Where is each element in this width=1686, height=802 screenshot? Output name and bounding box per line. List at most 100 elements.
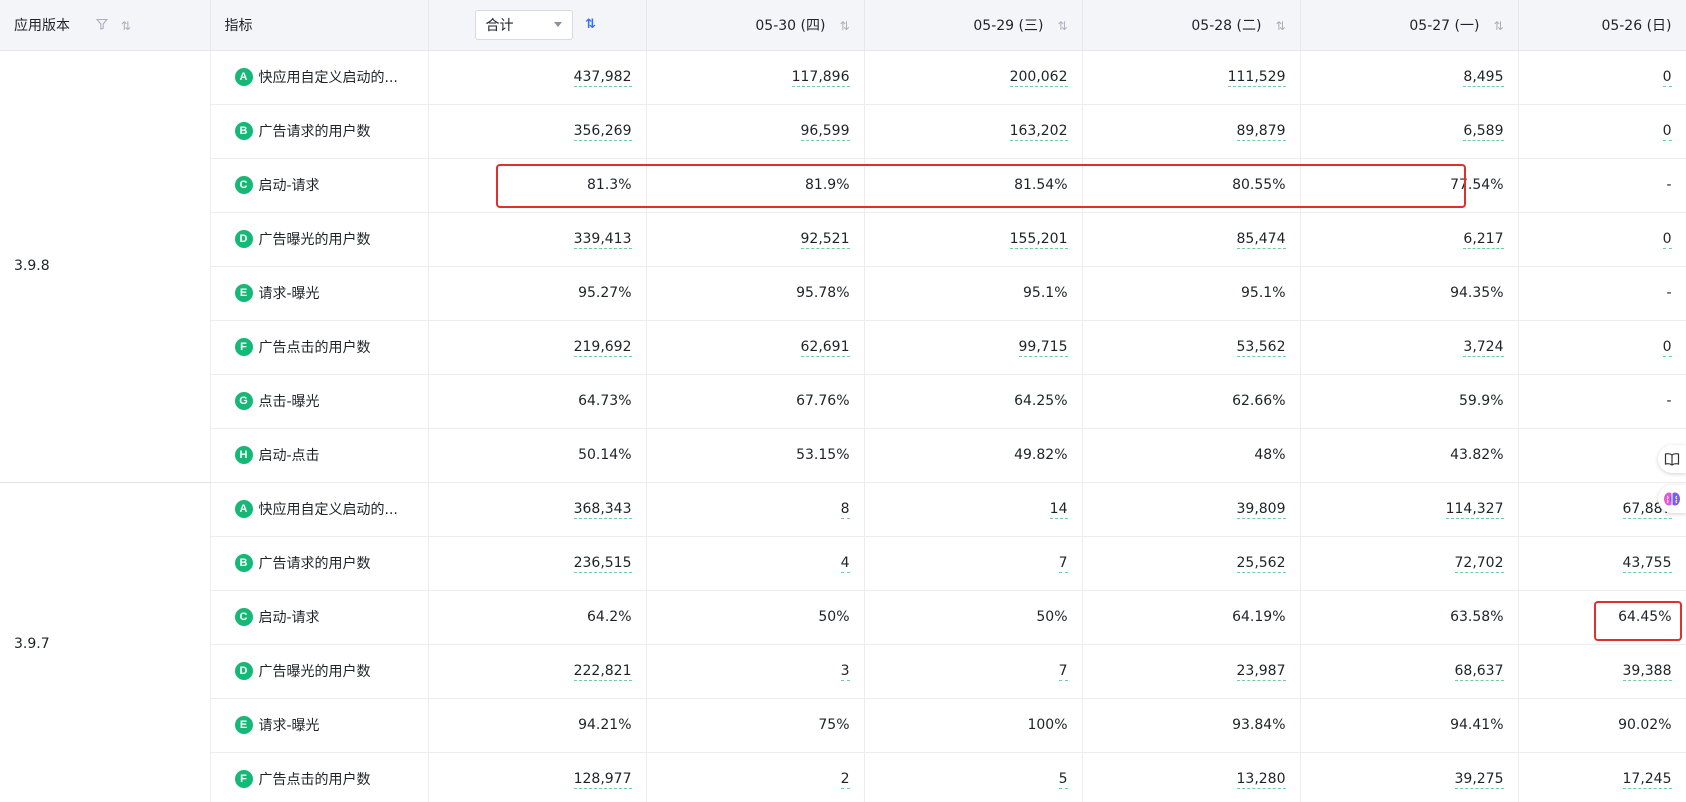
value-link[interactable]: 39,275 <box>1454 771 1504 789</box>
value-cell: 43,755 <box>1518 536 1686 591</box>
value-text: 53.15% <box>796 447 850 463</box>
value-link[interactable]: 39,388 <box>1622 663 1672 681</box>
value-link[interactable]: 72,702 <box>1454 555 1504 573</box>
value-cell: 100% <box>864 698 1083 753</box>
value-cell: 53,562 <box>1082 320 1301 375</box>
value-link[interactable]: 339,413 <box>573 231 632 249</box>
value-cell: 155,201 <box>864 212 1083 267</box>
value-link[interactable]: 92,521 <box>800 231 850 249</box>
value-link[interactable]: 219,692 <box>573 339 632 357</box>
value-cell: 48% <box>1082 428 1301 483</box>
value-link[interactable]: 89,879 <box>1236 123 1286 141</box>
header-date-0[interactable]: 05-30 (四) ⇅ <box>646 0 865 51</box>
value-link[interactable]: 6,217 <box>1463 231 1504 249</box>
header-date-1[interactable]: 05-29 (三) ⇅ <box>864 0 1083 51</box>
value-cell: 96,599 <box>646 104 865 159</box>
table-row: B 广告请求的用户数 356,269 96,599 163,202 89,879 6,589… <box>0 104 1686 159</box>
value-text: 64.2% <box>587 609 632 625</box>
value-link[interactable]: 62,691 <box>800 339 850 357</box>
value-link[interactable]: 3 <box>840 663 850 681</box>
book-icon[interactable] <box>1658 445 1686 473</box>
value-link[interactable]: 222,821 <box>573 663 632 681</box>
value-link[interactable]: 96,599 <box>800 123 850 141</box>
metric-cell: B 广告请求的用户数 <box>210 536 429 591</box>
value-link[interactable]: 85,474 <box>1236 231 1286 249</box>
value-link[interactable]: 5 <box>1058 771 1068 789</box>
metric-badge: D <box>234 230 253 248</box>
table-body: 3.9.8 A 快应用自定义启动的... 437,982 117,896 200,062 1… <box>0 50 1686 802</box>
value-link[interactable]: 114,327 <box>1445 501 1504 519</box>
value-cell: 49.82% <box>864 428 1083 483</box>
sort-icon[interactable]: ⇅ <box>1493 19 1503 33</box>
value-text: 64.25% <box>1014 393 1068 409</box>
sort-icon[interactable]: ⇅ <box>121 19 131 33</box>
value-cell: 63.58% <box>1300 590 1519 645</box>
value-link[interactable]: 39,809 <box>1236 501 1286 519</box>
value-link[interactable]: 6,589 <box>1463 123 1504 141</box>
value-link[interactable]: 163,202 <box>1009 123 1068 141</box>
header-date-2[interactable]: 05-28 (二) ⇅ <box>1082 0 1301 51</box>
value-link[interactable]: 368,343 <box>573 501 632 519</box>
sort-active-icon[interactable]: ⇅ <box>585 17 596 32</box>
value-text: 50% <box>818 609 850 625</box>
brain-icon[interactable] <box>1658 485 1686 513</box>
value-cell: 3,724 <box>1300 320 1519 375</box>
sort-icon[interactable]: ⇅ <box>1275 19 1285 33</box>
value-link[interactable]: 7 <box>1058 555 1068 573</box>
value-link[interactable]: 7 <box>1058 663 1068 681</box>
value-link[interactable]: 4 <box>840 555 850 573</box>
total-select[interactable]: 合计 <box>474 9 573 40</box>
metric-cell: E 请求-曝光 <box>210 698 429 753</box>
value-link[interactable]: 356,269 <box>573 123 632 141</box>
header-date-4[interactable]: 05-26 (日) <box>1518 0 1686 51</box>
value-link[interactable]: 437,982 <box>573 69 632 87</box>
value-link[interactable]: 0 <box>1662 231 1672 249</box>
value-link[interactable]: 0 <box>1662 339 1672 357</box>
header-date-label: 05-28 (二) <box>1191 17 1262 34</box>
metric-label: 启动-请求 <box>258 610 320 626</box>
value-link[interactable]: 117,896 <box>791 69 850 87</box>
value-cell: 4 <box>646 536 865 591</box>
value-link[interactable]: 2 <box>840 771 850 789</box>
value-link[interactable]: 53,562 <box>1236 339 1286 357</box>
value-link[interactable]: 23,987 <box>1236 663 1286 681</box>
total-cell: 95.27% <box>428 266 647 321</box>
value-cell: 62,691 <box>646 320 865 375</box>
value-link[interactable]: 25,562 <box>1236 555 1286 573</box>
value-link[interactable]: 8,495 <box>1463 69 1504 87</box>
value-link[interactable]: 99,715 <box>1018 339 1068 357</box>
value-link[interactable]: 0 <box>1662 123 1672 141</box>
value-link[interactable]: 68,637 <box>1454 663 1504 681</box>
value-link[interactable]: 3,724 <box>1463 339 1504 357</box>
metric-cell: A 快应用自定义启动的... <box>210 482 429 537</box>
total-cell: 50.14% <box>428 428 647 483</box>
value-link[interactable]: 200,062 <box>1009 69 1068 87</box>
value-link[interactable]: 128,977 <box>573 771 632 789</box>
value-cell: 75% <box>646 698 865 753</box>
metric-label: 广告点击的用户数 <box>258 772 371 788</box>
filter-icon[interactable] <box>96 18 109 34</box>
table-row: E 请求-曝光 95.27% 95.78% 95.1% 95.1% 94.35% - <box>0 266 1686 321</box>
metric-badge: C <box>234 608 253 626</box>
value-cell: 0 <box>1518 212 1686 267</box>
value-link[interactable]: 0 <box>1662 69 1672 87</box>
value-cell: 3 <box>646 644 865 699</box>
value-cell: 7 <box>864 536 1083 591</box>
value-text: 95.1% <box>1023 285 1068 301</box>
table-row: G 点击-曝光 64.73% 67.76% 64.25% 62.66% 59.9% - <box>0 374 1686 429</box>
value-cell: 5 <box>864 752 1083 802</box>
value-link[interactable]: 13,280 <box>1236 771 1286 789</box>
header-date-3[interactable]: 05-27 (一) ⇅ <box>1300 0 1519 51</box>
value-cell: 67.76% <box>646 374 865 429</box>
value-link[interactable]: 111,529 <box>1227 69 1286 87</box>
table-row: 3.9.7 A 快应用自定义启动的... 368,343 8 14 39,809 114,32… <box>0 482 1686 802</box>
sort-icon[interactable]: ⇅ <box>839 19 849 33</box>
metric-cell: C 启动-请求 <box>210 158 429 213</box>
value-link[interactable]: 14 <box>1049 501 1068 519</box>
value-link[interactable]: 17,245 <box>1622 771 1672 789</box>
value-link[interactable]: 236,515 <box>573 555 632 573</box>
sort-icon[interactable]: ⇅ <box>1057 19 1067 33</box>
value-link[interactable]: 155,201 <box>1009 231 1068 249</box>
value-link[interactable]: 43,755 <box>1622 555 1672 573</box>
value-link[interactable]: 8 <box>840 501 850 519</box>
